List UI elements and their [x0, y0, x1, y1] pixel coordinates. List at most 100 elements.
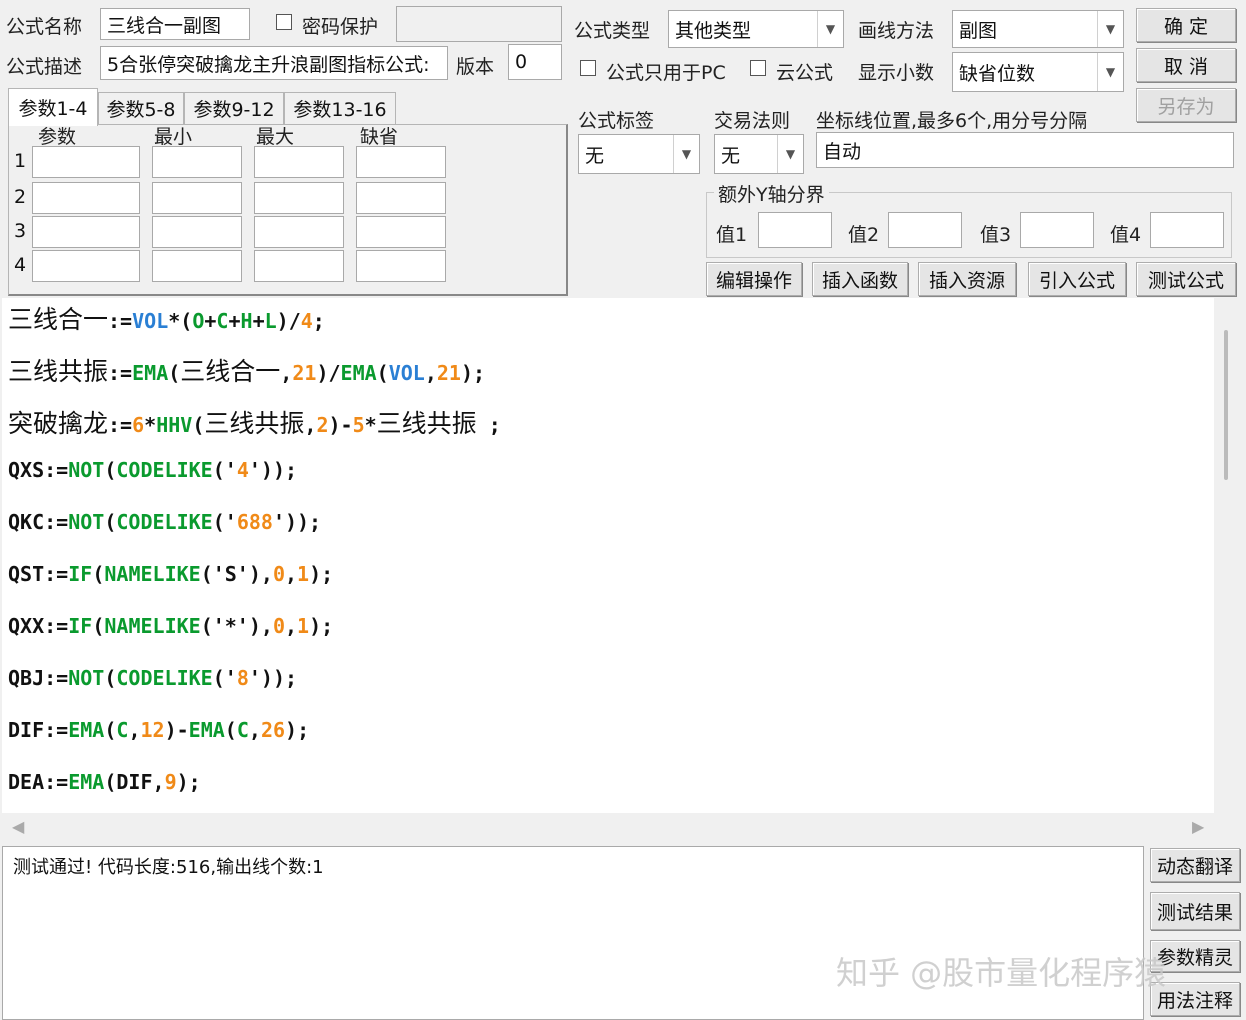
code-token: QST:=: [8, 562, 69, 586]
tab-params-1-4[interactable]: 参数1-4: [8, 88, 98, 126]
param-default-cell[interactable]: [356, 250, 446, 282]
param-min-cell[interactable]: [152, 216, 242, 248]
param-min-cell[interactable]: [152, 146, 242, 178]
password-input[interactable]: [396, 6, 562, 42]
code-token: +: [204, 309, 217, 333]
extra-y-label: 额外Y轴分界: [714, 180, 829, 207]
param-col-default: 缺省: [360, 126, 399, 148]
extra-y-input-3[interactable]: [1020, 212, 1094, 248]
test-result-button[interactable]: 测试结果: [1150, 892, 1240, 930]
code-token: (: [192, 413, 205, 437]
code-token: 1: [297, 614, 310, 638]
draw-method-value: 副图: [959, 19, 998, 42]
chevron-down-icon[interactable]: ▼: [777, 135, 803, 173]
extra-y-input-4[interactable]: [1150, 212, 1224, 248]
code-token: HHV: [156, 413, 193, 437]
scroll-left-icon[interactable]: ◀: [12, 817, 24, 836]
code-token: 4: [236, 458, 249, 482]
code-token: 5: [352, 413, 365, 437]
code-token: 4: [300, 309, 313, 333]
formula-name-input[interactable]: 三线合一副图: [100, 8, 250, 40]
param-max-cell[interactable]: [254, 146, 344, 178]
test-formula-button[interactable]: 测试公式: [1136, 262, 1236, 296]
tab-params-9-12[interactable]: 参数9-12: [184, 92, 284, 124]
code-token: (': [212, 510, 237, 534]
edit-ops-button[interactable]: 编辑操作: [706, 262, 802, 296]
param-name-cell[interactable]: [32, 182, 140, 214]
extra-y-label-1: 值1: [716, 224, 748, 246]
code-token: *: [364, 413, 377, 437]
code-token: ,: [128, 718, 141, 742]
version-input[interactable]: 0: [508, 44, 562, 80]
chevron-down-icon[interactable]: ▼: [1097, 53, 1123, 91]
extra-y-input-1[interactable]: [758, 212, 832, 248]
code-editor[interactable]: 三线合一:=VOL*(O+C+H+L)/4; 三线共振:=EMA(三线合一,21…: [2, 298, 1214, 813]
code-token: :=: [108, 309, 133, 333]
import-formula-button[interactable]: 引入公式: [1028, 262, 1126, 296]
param-max-cell[interactable]: [254, 182, 344, 214]
code-token: C: [216, 309, 229, 333]
save-as-button[interactable]: 另存为: [1136, 88, 1236, 122]
trade-rule-select[interactable]: 无 ▼: [714, 134, 804, 174]
formula-tag-select[interactable]: 无 ▼: [578, 134, 700, 174]
param-default-cell[interactable]: [356, 216, 446, 248]
chevron-down-icon[interactable]: ▼: [673, 135, 699, 173]
scroll-thumb[interactable]: [1224, 330, 1228, 480]
code-token: )/: [276, 309, 301, 333]
code-token: QXX:=: [8, 614, 69, 638]
code-token: 0: [272, 614, 285, 638]
code-token: IF: [68, 562, 93, 586]
param-max-cell[interactable]: [254, 216, 344, 248]
code-token: 12: [140, 718, 165, 742]
param-default-cell[interactable]: [356, 146, 446, 178]
code-token: NAMELIKE: [104, 562, 201, 586]
param-min-cell[interactable]: [152, 250, 242, 282]
param-min-cell[interactable]: [152, 182, 242, 214]
password-checkbox[interactable]: [276, 14, 292, 30]
decimal-select[interactable]: 缺省位数 ▼: [952, 52, 1124, 92]
code-line: QST:=IF(NAMELIKE('S'),0,1);: [8, 562, 333, 586]
pc-only-checkbox[interactable]: [580, 60, 596, 76]
code-token: IF: [68, 614, 93, 638]
code-token: CODELIKE: [116, 458, 213, 482]
param-max-cell[interactable]: [254, 250, 344, 282]
code-line: 突破擒龙:=6*HHV(三线共振,2)-5*三线共振 ;: [8, 404, 501, 440]
dynamic-translate-button[interactable]: 动态翻译: [1150, 848, 1240, 882]
cloud-checkbox[interactable]: [750, 60, 766, 76]
code-token: NOT: [68, 666, 105, 690]
code-token: *(: [168, 309, 193, 333]
param-default-cell[interactable]: [356, 182, 446, 214]
code-token: 三线共振: [8, 357, 109, 386]
extra-y-label-4: 值4: [1110, 224, 1142, 246]
insert-function-button[interactable]: 插入函数: [812, 262, 908, 296]
cancel-button[interactable]: 取 消: [1136, 48, 1236, 82]
code-token: 26: [260, 718, 286, 742]
code-token: ('S'),: [200, 562, 273, 586]
draw-method-select[interactable]: 副图 ▼: [952, 10, 1124, 48]
tab-params-13-16[interactable]: 参数13-16: [284, 92, 396, 124]
code-token: 三线共振: [204, 409, 305, 438]
chevron-down-icon[interactable]: ▼: [817, 11, 843, 47]
watermark: 知乎 @股市量化程序猿: [836, 954, 1167, 992]
code-token: L: [264, 309, 277, 333]
tab-params-5-8[interactable]: 参数5-8: [98, 92, 184, 124]
code-token: QKC:=: [8, 510, 69, 534]
ok-button[interactable]: 确 定: [1136, 8, 1236, 42]
param-name-cell[interactable]: [32, 146, 140, 178]
formula-name-label: 公式名称: [6, 16, 83, 38]
insert-resource-button[interactable]: 插入资源: [918, 262, 1016, 296]
param-name-cell[interactable]: [32, 216, 140, 248]
code-token: QBJ:=: [8, 666, 69, 690]
formula-desc-input[interactable]: 5合张停突破擒龙主升浪副图指标公式:: [100, 46, 448, 80]
chevron-down-icon[interactable]: ▼: [1097, 11, 1123, 47]
param-name-cell[interactable]: [32, 250, 140, 282]
code-token: 0: [272, 562, 285, 586]
horizontal-scrollbar[interactable]: ◀ ▶: [2, 813, 1214, 843]
code-line: DIF:=EMA(C,12)-EMA(C,26);: [8, 718, 309, 742]
scroll-right-icon[interactable]: ▶: [1192, 817, 1204, 836]
axis-position-input[interactable]: 自动: [816, 132, 1234, 168]
code-token: :=: [108, 413, 133, 437]
extra-y-input-2[interactable]: [888, 212, 962, 248]
vertical-scrollbar[interactable]: [1214, 298, 1244, 813]
formula-type-select[interactable]: 其他类型 ▼: [668, 10, 844, 48]
